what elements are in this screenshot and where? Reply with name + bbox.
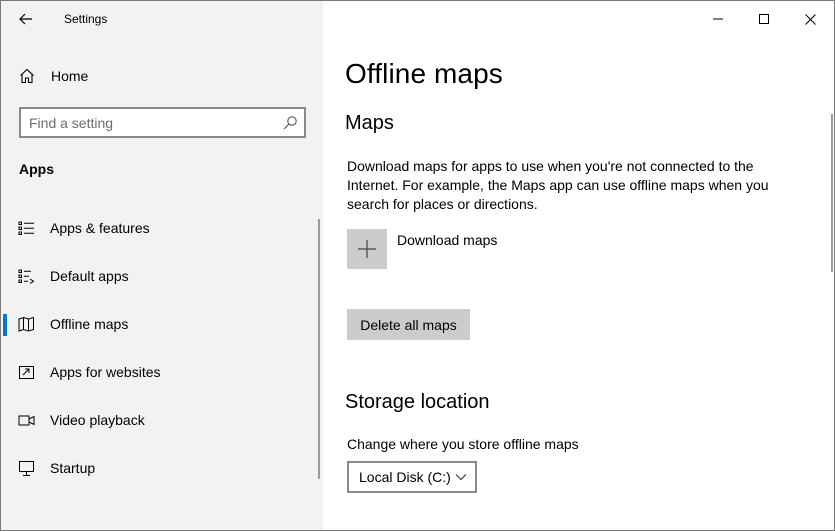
sidebar-item-label: Apps & features: [50, 220, 150, 236]
maps-section-heading: Maps: [345, 112, 394, 134]
dropdown-selected-value: Local Disk (C:): [359, 469, 451, 485]
sidebar: Settings Home Apps Apps & feature: [1, 1, 323, 530]
apps-features-icon: [18, 221, 34, 235]
minimize-icon: [713, 18, 723, 20]
chevron-down-icon: [455, 474, 467, 481]
search-icon[interactable]: [282, 115, 298, 131]
sidebar-item-label: Offline maps: [50, 316, 129, 332]
storage-location-label: Change where you store offline maps: [347, 436, 579, 452]
settings-window: Settings Home Apps Apps & feature: [0, 0, 835, 531]
minimize-button[interactable]: [695, 1, 741, 37]
video-playback-icon: [18, 415, 35, 426]
close-icon: [804, 13, 816, 25]
maps-description: Download maps for apps to use when you'r…: [347, 158, 769, 212]
sidebar-item-startup[interactable]: Startup: [1, 448, 319, 488]
search-input[interactable]: [29, 113, 279, 133]
maximize-icon: [759, 14, 769, 24]
main-content: Offline maps Maps Download maps for apps…: [323, 1, 834, 530]
offline-maps-icon: [18, 316, 34, 332]
default-apps-icon: [18, 269, 35, 284]
sidebar-item-label: Startup: [50, 460, 96, 476]
maximize-button[interactable]: [741, 1, 787, 37]
sidebar-item-apps-for-websites[interactable]: Apps for websites: [1, 352, 319, 392]
plus-icon: [358, 240, 376, 258]
sidebar-scrollbar[interactable]: [318, 219, 320, 479]
main-scrollbar[interactable]: [831, 114, 833, 272]
download-maps-label[interactable]: Download maps: [397, 232, 497, 248]
active-indicator: [3, 314, 7, 336]
page-title: Offline maps: [345, 58, 503, 89]
sidebar-item-label: Video playback: [50, 412, 145, 428]
sidebar-item-default-apps[interactable]: Default apps: [1, 256, 319, 296]
sidebar-item-video-playback[interactable]: Video playback: [1, 400, 319, 440]
sidebar-item-offline-maps[interactable]: Offline maps: [1, 304, 319, 344]
storage-location-dropdown[interactable]: Local Disk (C:): [347, 461, 477, 493]
home-icon: [20, 68, 34, 84]
back-button[interactable]: [11, 5, 41, 33]
close-button[interactable]: [787, 1, 833, 37]
back-arrow-icon: [19, 13, 32, 25]
download-maps-button[interactable]: [347, 229, 387, 269]
app-title: Settings: [64, 12, 108, 26]
startup-icon: [19, 461, 34, 476]
delete-all-maps-button[interactable]: Delete all maps: [347, 309, 470, 340]
storage-section-heading: Storage location: [345, 391, 490, 413]
home-label: Home: [51, 68, 89, 84]
title-bar-left: Settings: [1, 1, 323, 39]
apps-for-websites-icon: [19, 366, 34, 379]
sidebar-item-label: Apps for websites: [50, 364, 161, 380]
sidebar-item-label: Default apps: [50, 268, 129, 284]
search-box[interactable]: [19, 107, 306, 138]
section-heading-apps: Apps: [19, 161, 54, 177]
sidebar-item-apps-features[interactable]: Apps & features: [1, 208, 319, 248]
home-nav-item[interactable]: Home: [1, 57, 323, 95]
